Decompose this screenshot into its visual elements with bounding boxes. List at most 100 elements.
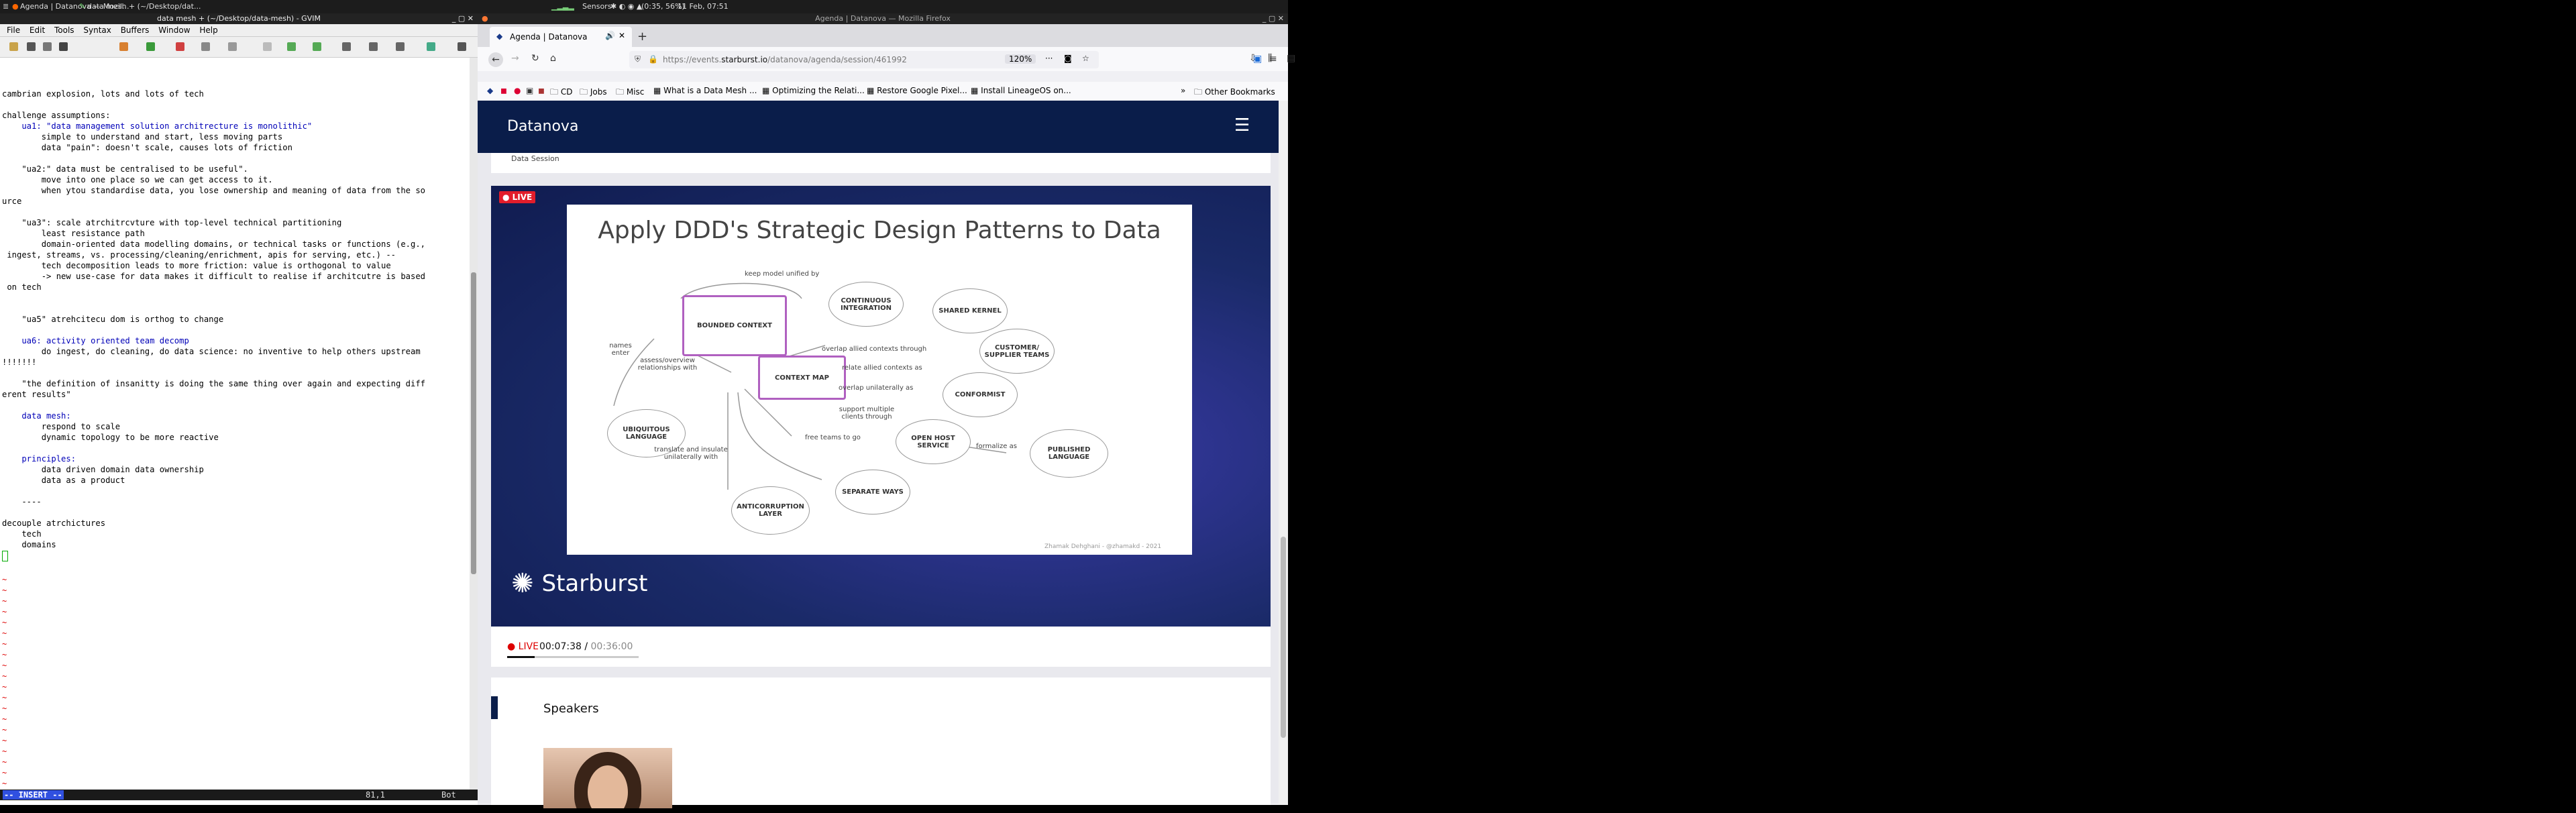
reload-icon[interactable]: ↻: [531, 53, 539, 64]
cut-icon[interactable]: [176, 42, 184, 51]
bookmark-icon-1[interactable]: ◆: [487, 86, 493, 95]
save-icon[interactable]: [27, 42, 36, 51]
bookmark-icon-4[interactable]: ▣: [526, 86, 533, 95]
bookmark-restore-pixel[interactable]: ▦ Restore Google Pixel...: [867, 86, 967, 95]
menu-icon[interactable]: ≣: [3, 2, 9, 11]
editor-line[interactable]: domains: [2, 539, 56, 550]
paste-icon[interactable]: [228, 42, 237, 51]
editor-line[interactable]: dynamic topology to be more reactive: [2, 432, 219, 443]
editor-line[interactable]: -> new use-case for data makes it diffic…: [2, 271, 425, 282]
editor-line[interactable]: when ytou standardise data, you lose own…: [2, 185, 425, 196]
extension-icon[interactable]: ▣: [1253, 54, 1262, 64]
hamburger-menu-icon[interactable]: ☰: [1234, 115, 1250, 136]
find-next-icon[interactable]: [287, 42, 296, 51]
editor-line[interactable]: erent results": [2, 389, 71, 400]
load-session-icon[interactable]: [342, 42, 351, 51]
save-all-icon[interactable]: [43, 42, 52, 51]
editor-line[interactable]: "ua5" atrehcitecu dom is orthog to chang…: [2, 314, 223, 325]
editor-line[interactable]: urce: [2, 196, 21, 207]
undo-icon[interactable]: [119, 42, 128, 51]
page-actions-icon[interactable]: ···: [1045, 54, 1053, 63]
menu-window[interactable]: Window: [158, 24, 190, 36]
editor-line[interactable]: data as a product: [2, 475, 125, 486]
clock[interactable]: 11 Feb, 07:51: [678, 2, 729, 11]
run-icon[interactable]: [427, 42, 435, 51]
editor-line[interactable]: data "pain": doesn't scale, causes lots …: [2, 142, 292, 153]
editor-line[interactable]: principles:: [2, 453, 76, 464]
editor-line[interactable]: ----: [2, 496, 41, 507]
bookmarks-overflow-icon[interactable]: »: [1181, 86, 1185, 95]
save-session-icon[interactable]: [369, 42, 378, 51]
menu-syntax[interactable]: Syntax: [83, 24, 111, 36]
menu-help[interactable]: Help: [199, 24, 217, 36]
firefox-titlebar[interactable]: ● Agenda | Datanova — Mozilla Firefox _ …: [478, 13, 1288, 24]
tab-audio-icon[interactable]: 🔊: [605, 31, 615, 40]
bookmark-lineageos[interactable]: ▦ Install LineageOS on...: [971, 86, 1071, 95]
editor-line[interactable]: on tech: [2, 282, 41, 292]
help-icon[interactable]: [458, 42, 466, 51]
editor-line[interactable]: data driven domain data ownership: [2, 464, 204, 475]
print-icon[interactable]: [59, 42, 68, 51]
editor-line[interactable]: ingest, streams, vs. processing/cleaning…: [2, 250, 396, 260]
speaker-photo[interactable]: [543, 748, 672, 808]
bookmark-icon-5[interactable]: ◼: [538, 86, 545, 95]
editor-line[interactable]: tech decomposition leads to more frictio…: [2, 260, 391, 271]
site-brand[interactable]: Datanova: [507, 118, 578, 135]
bookmark-star-icon[interactable]: ☆: [1082, 54, 1089, 63]
editor-line[interactable]: do ingest, do cleaning, do data science:…: [2, 346, 421, 357]
bookmark-folder-misc[interactable]: 🗀 Misc: [616, 86, 644, 100]
zoom-level[interactable]: 120%: [1005, 54, 1036, 64]
page-scrollbar[interactable]: [1279, 101, 1288, 805]
redo-icon[interactable]: [146, 42, 155, 51]
bookmark-folder-jobs[interactable]: 🗀 Jobs: [580, 86, 607, 100]
tab-close-icon[interactable]: ✕: [619, 31, 625, 40]
bookmark-icon-2[interactable]: ◼: [500, 86, 507, 95]
editor-line[interactable]: "ua2:" data must be centralised to be us…: [2, 164, 248, 174]
editor-line[interactable]: move into one place so we can get access…: [2, 174, 273, 185]
menu-buffers[interactable]: Buffers: [121, 24, 150, 36]
window-controls-icon[interactable]: _ ▢ ✕: [452, 13, 474, 24]
sensors-label[interactable]: Sensors: [582, 2, 611, 11]
url-bar[interactable]: ⛨ 🔒 https://events.starburst.io/datanova…: [629, 51, 1099, 68]
live-indicator[interactable]: ● LIVE: [507, 641, 539, 652]
editor-line[interactable]: respond to scale: [2, 421, 120, 432]
forward-icon[interactable]: →: [511, 53, 519, 64]
bookmark-optimizing[interactable]: ▦ Optimizing the Relati...: [762, 86, 865, 95]
progress-track[interactable]: [507, 656, 639, 658]
gvim-editor[interactable]: cambrian explosion, lots and lots of tec…: [0, 58, 470, 788]
app-menu-icon[interactable]: ≡: [1269, 54, 1277, 64]
other-bookmarks[interactable]: 🗀 Other Bookmarks: [1194, 86, 1275, 100]
bookmark-folder-cd[interactable]: 🗀 CD: [550, 86, 572, 100]
menu-edit[interactable]: Edit: [30, 24, 45, 36]
sidebar-icon[interactable]: ▤: [1287, 53, 1295, 64]
find-prev-icon[interactable]: [313, 42, 321, 51]
copy-icon[interactable]: [201, 42, 210, 51]
editor-line[interactable]: ua6: activity oriented team decomp: [2, 335, 189, 346]
find-icon[interactable]: [263, 42, 272, 51]
firefox-window-controls-icon[interactable]: _ ▢ ✕: [1263, 13, 1284, 24]
editor-line[interactable]: "ua3": scale atrchitrcvture with top-lev…: [2, 217, 341, 228]
editor-line[interactable]: simple to understand and start, less mov…: [2, 131, 283, 142]
editor-line[interactable]: cambrian explosion, lots and lots of tec…: [2, 89, 204, 99]
tracking-shield-icon[interactable]: ⛨: [635, 54, 641, 64]
editor-line[interactable]: least resistance path: [2, 228, 145, 239]
editor-line[interactable]: ua1: "data management solution architrec…: [2, 121, 312, 131]
gvim-scrollbar[interactable]: [470, 58, 478, 790]
tab-agenda[interactable]: ◆ Agenda | Datanova 🔊 ✕: [490, 27, 632, 47]
editor-line[interactable]: "the definition of insanitty is doing th…: [2, 378, 425, 389]
editor-line[interactable]: tech: [2, 529, 41, 539]
make-icon[interactable]: [396, 42, 405, 51]
gvim-titlebar[interactable]: data mesh + (~/Desktop/data-mesh) - GVIM…: [0, 13, 478, 24]
editor-line[interactable]: data mesh:: [2, 411, 70, 421]
menu-file[interactable]: File: [7, 24, 20, 36]
taskbar-item-gvim[interactable]: data mesh + (~/Desktop/dat...: [87, 2, 201, 11]
home-icon[interactable]: ⌂: [550, 53, 556, 64]
pocket-icon[interactable]: ◙: [1064, 54, 1072, 63]
lock-icon[interactable]: 🔒: [648, 54, 658, 64]
bookmark-data-mesh[interactable]: ▦ What is a Data Mesh ...: [653, 86, 757, 95]
scrollbar-thumb[interactable]: [471, 272, 476, 574]
editor-line[interactable]: !!!!!!!: [2, 357, 36, 368]
page-scrollbar-thumb[interactable]: [1281, 537, 1286, 738]
editor-line[interactable]: domain-oriented data modelling domains, …: [2, 239, 425, 250]
editor-line[interactable]: decouple atrchictures: [2, 518, 105, 529]
